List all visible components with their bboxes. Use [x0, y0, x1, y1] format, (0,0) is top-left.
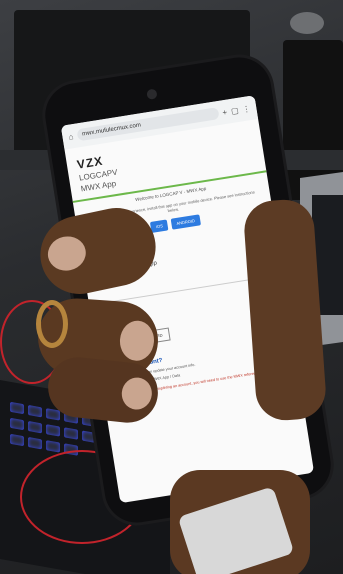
gold-ring: [36, 300, 68, 348]
fingernail: [118, 319, 156, 362]
thumbnail: [44, 232, 89, 275]
new-tab-icon[interactable]: +: [222, 107, 228, 117]
key: [10, 417, 24, 431]
key: [82, 430, 96, 443]
key: [64, 427, 78, 440]
key: [28, 420, 42, 434]
android-button[interactable]: ANDROID: [170, 214, 201, 230]
ios-button[interactable]: iOS: [150, 219, 169, 233]
key: [46, 424, 60, 437]
front-camera: [146, 88, 158, 100]
desk-lamp: [290, 12, 324, 34]
photo-scene: ⌂ mwx.mufulecmux.com + ▢ ⋮ VZX LOGCAPV M…: [0, 0, 343, 574]
tabs-icon[interactable]: ▢: [230, 105, 239, 115]
key: [28, 436, 42, 450]
key: [10, 433, 24, 447]
url-field[interactable]: mwx.mufulecmux.com: [76, 107, 220, 142]
key: [28, 404, 42, 418]
menu-icon[interactable]: ⋮: [242, 104, 251, 114]
key: [10, 401, 24, 415]
key: [46, 440, 60, 453]
home-icon[interactable]: ⌂: [68, 132, 74, 142]
fingernail: [120, 376, 154, 412]
